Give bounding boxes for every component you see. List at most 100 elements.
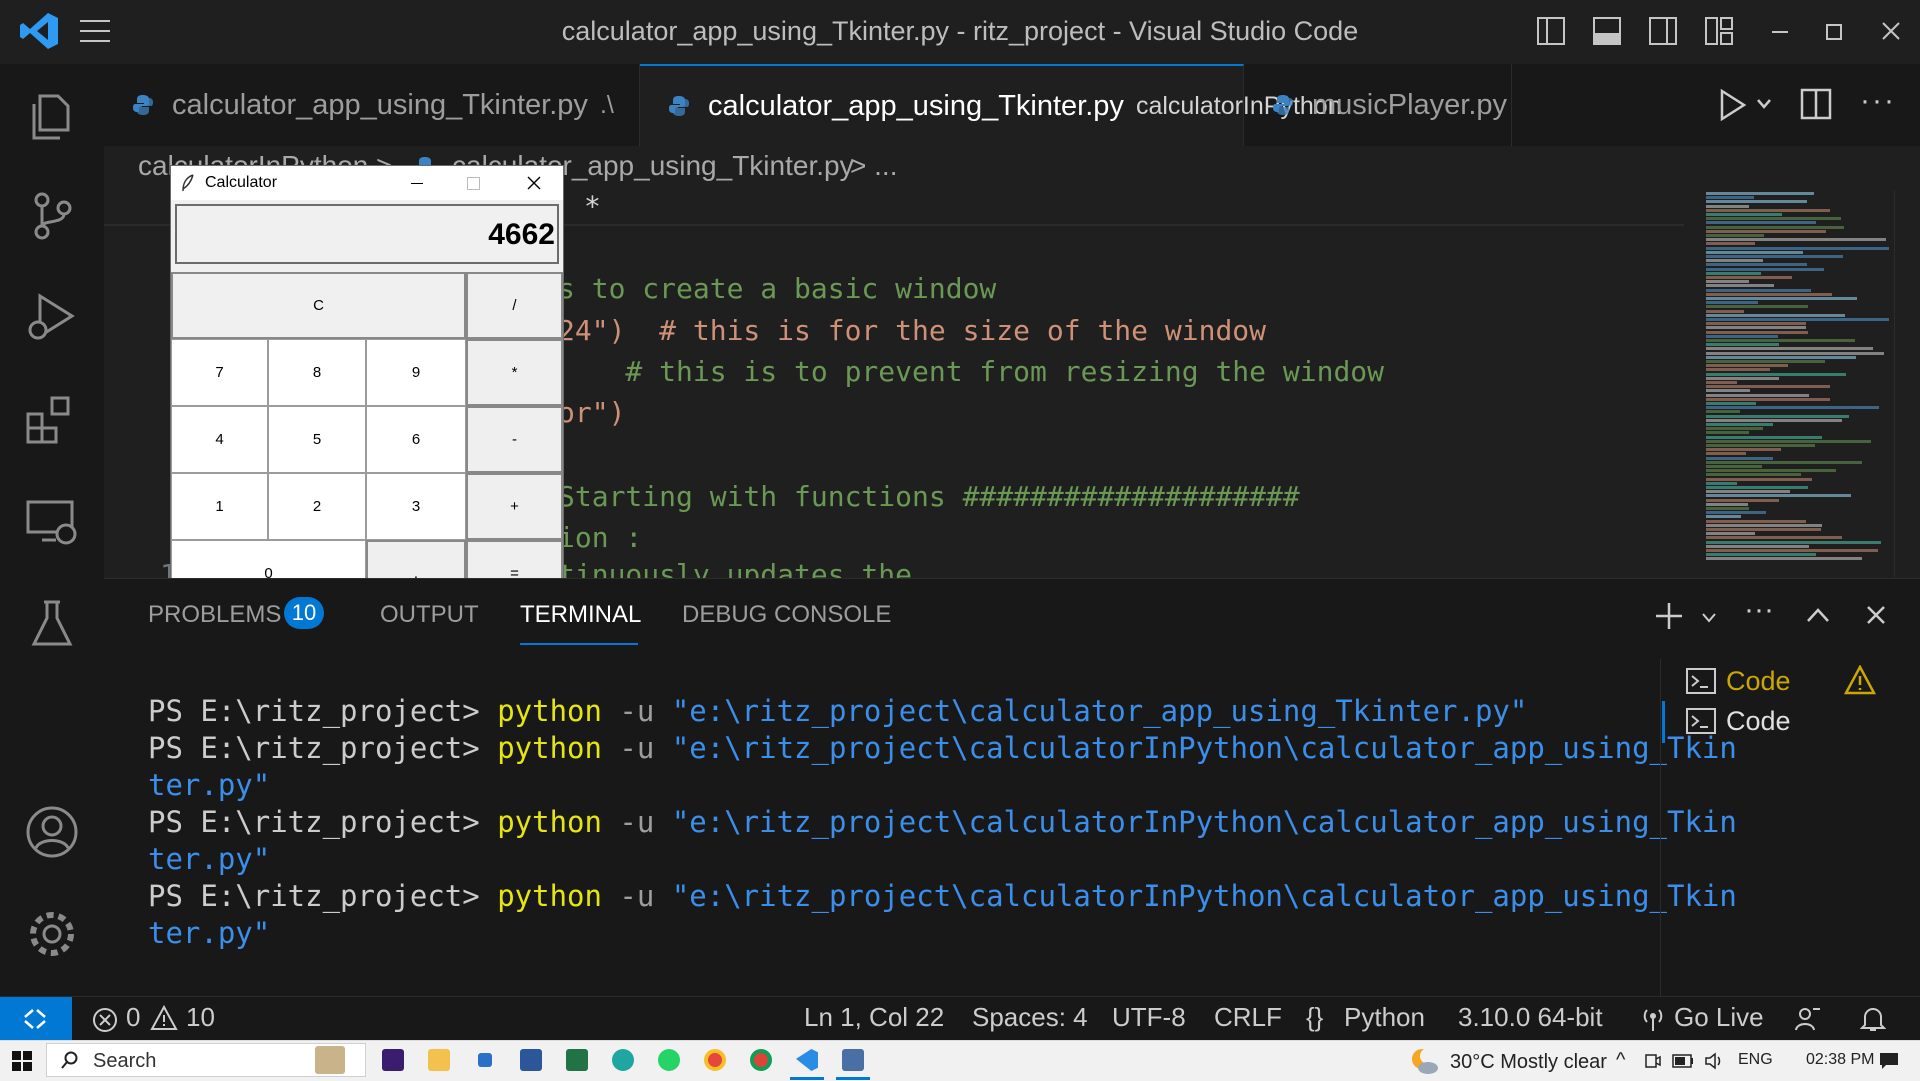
cursor-position[interactable]: Ln 1, Col 22 [804,1002,944,1033]
chrome-icon[interactable] [704,1049,726,1071]
taskbar-search-box[interactable]: Search [46,1043,366,1077]
tray-chevron-icon[interactable]: ^ [1616,1049,1625,1072]
testing-icon[interactable] [22,594,82,654]
chrome-profile-icon[interactable] [750,1049,772,1071]
key-1[interactable]: 1 [171,473,268,540]
tab-musicplayer[interactable]: musicPlayer.py [1244,64,1512,146]
calc-minimize-icon[interactable] [411,183,423,184]
battery-icon[interactable] [1672,1054,1694,1068]
run-dropdown-chevron-icon[interactable] [1756,98,1772,110]
minimize-window-icon[interactable] [1772,31,1788,33]
tab-terminal[interactable]: TERMINAL [520,601,641,629]
tray-meet-icon[interactable] [1644,1052,1662,1070]
minimap-line [1706,360,1825,363]
tk-app-taskbar-icon[interactable] [842,1049,864,1071]
minimap-line [1706,397,1830,401]
minimap-line [1706,465,1762,468]
app-icon-dark[interactable] [382,1049,404,1071]
restore-window-icon[interactable] [1826,24,1842,40]
key-9[interactable]: 9 [366,339,466,406]
key-8[interactable]: 8 [268,339,366,406]
go-live-button[interactable]: Go Live [1674,1002,1764,1033]
key-7[interactable]: 7 [171,339,268,406]
key-2[interactable]: 2 [268,473,366,540]
warning-count[interactable]: 10 [186,1002,215,1033]
calc-close-icon[interactable] [527,176,541,190]
calculator-title-bar[interactable]: Calculator [171,166,563,200]
key-6[interactable]: 6 [366,406,466,473]
key-4[interactable]: 4 [171,406,268,473]
weather-text[interactable]: 30°C Mostly clear [1450,1051,1607,1074]
minimap-line [1706,238,1886,242]
account-icon[interactable] [22,802,82,862]
calculator-display[interactable]: 4662 [175,204,559,264]
language-indicator[interactable]: ENG [1738,1051,1773,1069]
key-plus[interactable]: + [466,473,563,540]
settings-gear-icon[interactable] [22,904,82,964]
minimap-line [1706,313,1845,317]
app-icon-blue[interactable] [478,1053,492,1067]
error-count[interactable]: 0 [126,1002,140,1033]
terminal-list-item[interactable]: Code [1686,701,1791,741]
excel-icon[interactable] [566,1049,588,1071]
extensions-icon[interactable] [22,390,82,450]
python-interpreter[interactable]: 3.10.0 64-bit [1458,1002,1603,1033]
whatsapp-icon[interactable] [658,1049,680,1071]
warning-status-icon[interactable] [150,1005,178,1031]
run-debug-icon[interactable] [22,288,82,348]
encoding[interactable]: UTF-8 [1112,1002,1186,1033]
remote-indicator[interactable] [0,997,72,1041]
close-panel-icon[interactable] [1866,605,1886,625]
key-minus[interactable]: - [466,406,563,473]
error-icon[interactable] [92,1007,118,1033]
close-window-icon[interactable] [1882,22,1900,40]
customize-layout-icon[interactable] [1704,16,1734,46]
toggle-secondary-sidebar-icon[interactable] [1648,16,1678,46]
edge-icon[interactable] [612,1049,634,1071]
terminal-list-item[interactable]: Code [1686,661,1791,701]
tab-calculator-root[interactable]: calculator_app_using_Tkinter.py .\ [104,64,640,146]
key-divide[interactable]: / [466,272,563,339]
key-3[interactable]: 3 [366,473,466,540]
volume-icon[interactable] [1704,1052,1724,1070]
new-terminal-icon[interactable] [1654,601,1684,631]
more-actions-icon[interactable]: ··· [1860,84,1896,118]
line-ending[interactable]: CRLF [1214,1002,1282,1033]
maximize-panel-chevron-icon[interactable] [1806,607,1830,623]
notifications-bell-icon[interactable] [1860,1005,1886,1033]
remote-explorer-icon[interactable] [22,492,82,552]
toggle-primary-sidebar-icon[interactable] [1536,16,1566,46]
language-mode[interactable]: Python [1344,1002,1425,1033]
key-clear[interactable]: C [171,272,466,339]
tab-output[interactable]: OUTPUT [380,601,479,629]
terminal-line-wrap: ter.py" [148,842,271,876]
scrollbar[interactable] [1894,190,1920,578]
explorer-icon[interactable] [22,86,82,146]
word-icon[interactable] [520,1049,542,1071]
vscode-taskbar-icon[interactable] [796,1049,818,1071]
file-explorer-icon[interactable] [428,1049,450,1071]
tab-problems[interactable]: PROBLEMS [148,601,281,629]
calc-maximize-icon[interactable] [467,177,480,190]
source-control-icon[interactable] [22,186,82,246]
windows-start-icon[interactable] [12,1051,32,1071]
panel-more-icon[interactable]: ··· [1744,593,1774,627]
breadcrumb-symbols[interactable]: > ... [850,150,897,182]
notification-center-icon[interactable] [1878,1051,1900,1071]
clock[interactable]: 02:38 PM [1806,1051,1874,1069]
minimap[interactable] [1704,190,1904,578]
key-multiply[interactable]: * [466,339,563,406]
minimap-line [1706,192,1814,195]
indentation[interactable]: Spaces: 4 [972,1002,1088,1033]
minimap-line [1706,208,1830,212]
feedback-icon[interactable] [1794,1005,1822,1033]
run-python-file-icon[interactable] [1718,88,1748,122]
split-editor-icon[interactable] [1800,88,1832,120]
toggle-panel-icon[interactable] [1592,16,1622,46]
terminal-dropdown-icon[interactable] [1702,613,1716,623]
key-5[interactable]: 5 [268,406,366,473]
weather-moon-icon[interactable] [1410,1047,1440,1075]
minimap-line [1706,204,1749,208]
tab-calculator-active[interactable]: calculator_app_using_Tkinter.py calculat… [640,64,1342,146]
tab-debug-console[interactable]: DEBUG CONSOLE [682,601,891,629]
